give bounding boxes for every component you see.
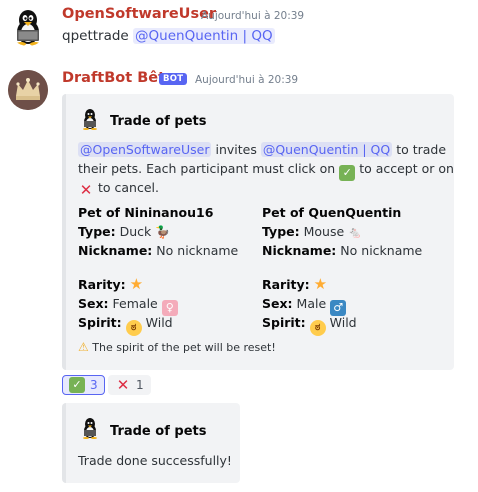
message-open-software-user: OpenSoftwareUser Aujourd'hui à 20:39 qpe… (0, 0, 478, 55)
spirit-value: Wild (145, 315, 173, 330)
check-mark-icon: ✓ (69, 377, 85, 393)
username[interactable]: OpenSoftwareUser (62, 6, 216, 22)
right-pet-header: Pet of QuenQuentin (262, 205, 402, 220)
desc-text: to cancel. (97, 180, 159, 195)
nickname-value: No nickname (340, 243, 423, 258)
type-value: Mouse (303, 224, 345, 239)
sex-label: Sex: (262, 296, 293, 311)
reaction-count: 1 (136, 378, 144, 392)
embed-description-line1: @OpenSoftwareUser invites @QuenQuentin |… (78, 140, 446, 159)
reaction-check[interactable]: ✓ 3 (62, 375, 105, 395)
right-pet-type: Type: Mouse 🐁 (262, 222, 362, 242)
type-label: Type: (78, 224, 116, 239)
message-text: qpettrade (62, 28, 129, 44)
right-pet-rarity: Rarity: ★ (262, 275, 327, 294)
penguin-laptop-icon (83, 418, 97, 439)
embed-title: Trade of pets (110, 424, 207, 439)
cross-mark-icon: ✕ (79, 181, 93, 199)
reaction-cross[interactable]: ✕ 1 (108, 375, 151, 395)
embed-title: Trade of pets (110, 114, 207, 129)
left-pet-type: Type: Duck 🦆 (78, 222, 170, 242)
spirit-label: Spirit: (78, 315, 122, 330)
nickname-label: Nickname: (262, 243, 337, 258)
left-pet-rarity: Rarity: ★ (78, 275, 143, 294)
penguin-laptop-icon (83, 109, 97, 130)
warning-icon: ⚠ (78, 340, 89, 354)
sex-label: Sex: (78, 296, 109, 311)
duck-icon: 🦆 (155, 225, 171, 239)
warning-text: The spirit of the pet will be reset! (92, 341, 276, 354)
desc-text: to accept or on (359, 161, 454, 176)
reaction-count: 3 (90, 378, 98, 392)
desc-text: their pets. Each participant must click … (78, 161, 336, 176)
star-icon: ★ (129, 275, 144, 293)
bot-avatar[interactable] (8, 70, 48, 110)
rarity-label: Rarity: (78, 277, 126, 292)
right-pet-spirit: Spirit: ಠ Wild (262, 313, 357, 336)
nickname-value: No nickname (156, 243, 239, 258)
trade-embed: Trade of pets @OpenSoftwareUser invites … (62, 94, 454, 370)
message-draftbot: DraftBot Bêta BOT Aujourd'hui à 20:39 Tr… (0, 64, 478, 492)
penguin-laptop-icon (16, 10, 40, 46)
user-mention[interactable]: @OpenSoftwareUser (78, 142, 212, 157)
sex-value: Male (296, 296, 327, 311)
angry-face-icon: ಠ (125, 320, 142, 336)
trade-result-embed: Trade of pets Trade done successfully! (62, 403, 240, 483)
timestamp: Aujourd'hui à 20:39 (201, 10, 305, 22)
check-mark-icon: ✓ (339, 165, 356, 181)
rarity-label: Rarity: (262, 277, 310, 292)
cross-mark-icon: ✕ (116, 376, 130, 394)
type-value: Duck (119, 224, 152, 239)
user-mention[interactable]: @QuenQuentin | QQ (133, 28, 275, 44)
bot-tag: BOT (159, 73, 188, 85)
sex-value: Female (112, 296, 158, 311)
warning-line: ⚠ The spirit of the pet will be reset! (78, 338, 276, 357)
left-pet-spirit: Spirit: ಠ Wild (78, 313, 173, 336)
angry-face-icon: ಠ (309, 320, 326, 336)
invites-text: invites (215, 142, 257, 157)
type-label: Type: (262, 224, 300, 239)
trade-result-text: Trade done successfully! (78, 453, 232, 468)
mouse-icon: 🐁 (348, 226, 362, 239)
user-mention[interactable]: @QuenQuentin | QQ (260, 142, 393, 157)
bot-username[interactable]: DraftBot Bêta (62, 70, 175, 86)
left-pet-nickname: Nickname: No nickname (78, 241, 238, 260)
crown-icon (8, 70, 48, 110)
star-icon: ★ (313, 275, 328, 293)
message-content: qpettrade @QuenQuentin | QQ (62, 28, 275, 44)
left-pet-header: Pet of Nininanou16 (78, 205, 214, 220)
embed-description-line3: ✕ to cancel. (78, 178, 159, 198)
to-trade-text: to trade (396, 142, 447, 157)
avatar[interactable] (8, 6, 48, 46)
right-pet-nickname: Nickname: No nickname (262, 241, 422, 260)
spirit-label: Spirit: (262, 315, 306, 330)
spirit-value: Wild (329, 315, 357, 330)
timestamp: Aujourd'hui à 20:39 (195, 74, 299, 86)
nickname-label: Nickname: (78, 243, 153, 258)
